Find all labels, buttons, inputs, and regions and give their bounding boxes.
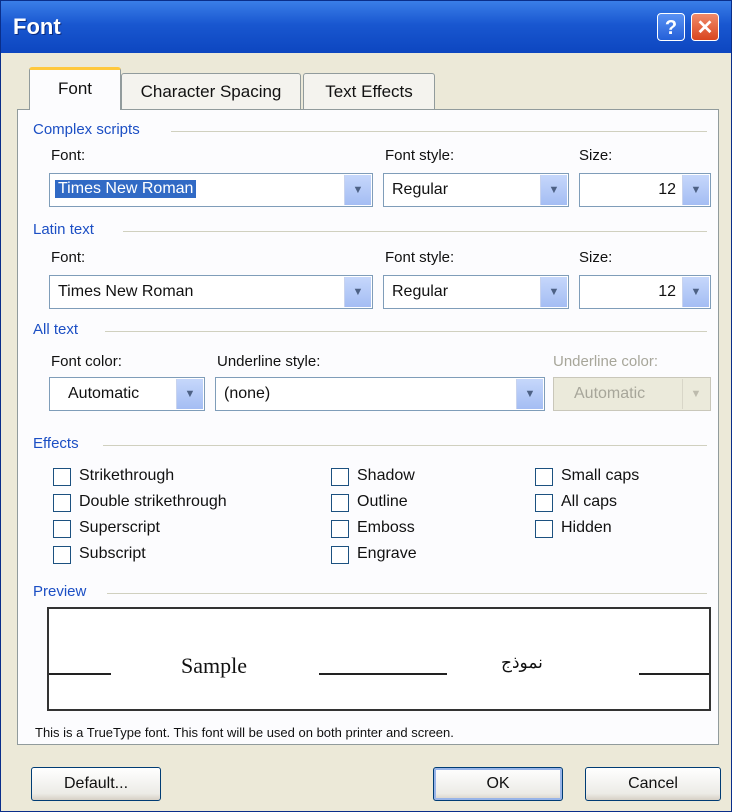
checkbox-box[interactable] <box>331 520 349 538</box>
underline-style-combo[interactable]: (none) ▼ <box>215 377 545 411</box>
complex-scripts-heading: Complex scripts <box>33 121 140 138</box>
complex-size-label: Size: <box>579 147 613 164</box>
checkbox-label: Outline <box>357 493 408 510</box>
default-button[interactable]: Default... <box>31 767 161 801</box>
checkbox-box[interactable] <box>331 468 349 486</box>
complex-font-label: Font: <box>51 147 86 164</box>
checkbox-label: Subscript <box>79 545 146 562</box>
latin-size-combo[interactable]: 12 ▼ <box>579 275 711 309</box>
preview-baseline <box>319 673 447 675</box>
font-dialog: Font ? ✕ Font Character Spacing Text Eff… <box>0 0 732 812</box>
checkbox-label: Superscript <box>79 519 160 536</box>
checkbox-label: All caps <box>561 493 618 510</box>
latin-font-combo[interactable]: Times New Roman ▼ <box>49 275 373 309</box>
latin-style-value: Regular <box>392 283 449 300</box>
ok-button[interactable]: OK <box>433 767 563 801</box>
checkbox-box[interactable] <box>535 468 553 486</box>
chevron-down-icon: ▼ <box>682 379 709 409</box>
complex-size-combo[interactable]: 12 ▼ <box>579 173 711 207</box>
complex-size-value: 12 <box>658 181 676 198</box>
cancel-button[interactable]: Cancel <box>585 767 721 801</box>
checkbox-label: Small caps <box>561 467 640 484</box>
title-bar[interactable]: Font ? ✕ <box>1 1 731 53</box>
dialog-title: Font <box>13 14 61 39</box>
font-color-combo[interactable]: Automatic ▼ <box>49 377 205 411</box>
divider <box>123 231 707 232</box>
latin-style-combo[interactable]: Regular ▼ <box>383 275 569 309</box>
chevron-down-icon[interactable]: ▼ <box>344 277 371 307</box>
divider <box>107 593 707 594</box>
checkbox-box[interactable] <box>535 494 553 512</box>
font-color-value: Automatic <box>68 385 140 402</box>
checkbox-label: Double strikethrough <box>79 493 227 510</box>
preview-baseline <box>639 673 709 675</box>
tab-font[interactable]: Font <box>29 67 121 110</box>
preview-heading: Preview <box>33 583 87 600</box>
effects-heading: Effects <box>33 435 79 452</box>
checkbox-label: Engrave <box>357 545 417 562</box>
underline-style-value: (none) <box>224 385 271 402</box>
checkbox-label: Shadow <box>357 467 415 484</box>
chevron-down-icon[interactable]: ▼ <box>540 277 567 307</box>
latin-font-value: Times New Roman <box>58 283 194 300</box>
complex-style-combo[interactable]: Regular ▼ <box>383 173 569 207</box>
underline-style-label: Underline style: <box>217 353 321 370</box>
chevron-down-icon[interactable]: ▼ <box>682 175 709 205</box>
preview-baseline <box>49 673 111 675</box>
chevron-down-icon[interactable]: ▼ <box>516 379 543 409</box>
checkbox-box[interactable] <box>53 520 71 538</box>
complex-style-value: Regular <box>392 181 449 198</box>
latin-style-label: Font style: <box>385 249 455 266</box>
underline-color-combo: Automatic ▼ <box>553 377 711 411</box>
latin-font-label: Font: <box>51 249 86 266</box>
underline-color-value: Automatic <box>574 385 646 402</box>
divider <box>105 331 707 332</box>
checkbox-box[interactable] <box>53 546 71 564</box>
checkbox-box[interactable] <box>53 468 71 486</box>
preview-sample-arabic: نموذج <box>501 653 543 673</box>
chevron-down-icon[interactable]: ▼ <box>176 379 203 409</box>
divider <box>171 131 707 132</box>
tab-text-effects[interactable]: Text Effects <box>303 73 435 111</box>
latin-text-heading: Latin text <box>33 221 94 238</box>
chevron-down-icon[interactable]: ▼ <box>540 175 567 205</box>
all-text-heading: All text <box>33 321 79 338</box>
tab-character-spacing[interactable]: Character Spacing <box>121 73 301 111</box>
preview-sample-latin: Sample <box>181 653 247 678</box>
latin-size-value: 12 <box>658 283 676 300</box>
help-button[interactable]: ? <box>657 13 685 41</box>
chevron-down-icon[interactable]: ▼ <box>682 277 709 307</box>
latin-size-label: Size: <box>579 249 613 266</box>
checkbox-box[interactable] <box>331 494 349 512</box>
divider <box>103 445 707 446</box>
checkbox-box[interactable] <box>53 494 71 512</box>
checkbox-label: Emboss <box>357 519 415 536</box>
checkbox-box[interactable] <box>535 520 553 538</box>
preview-box: Sample نموذج <box>47 607 711 711</box>
checkbox-box[interactable] <box>331 546 349 564</box>
checkbox-label: Hidden <box>561 519 612 536</box>
chevron-down-icon[interactable]: ▼ <box>344 175 371 205</box>
close-button[interactable]: ✕ <box>691 13 719 41</box>
font-color-label: Font color: <box>51 353 122 370</box>
checkbox-label: Strikethrough <box>79 467 175 484</box>
font-info-note: This is a TrueType font. This font will … <box>35 725 454 740</box>
complex-style-label: Font style: <box>385 147 455 164</box>
complex-font-combo[interactable]: Times New Roman ▼ <box>49 173 373 207</box>
underline-color-label: Underline color: <box>553 353 659 370</box>
complex-font-value: Times New Roman <box>55 180 197 198</box>
